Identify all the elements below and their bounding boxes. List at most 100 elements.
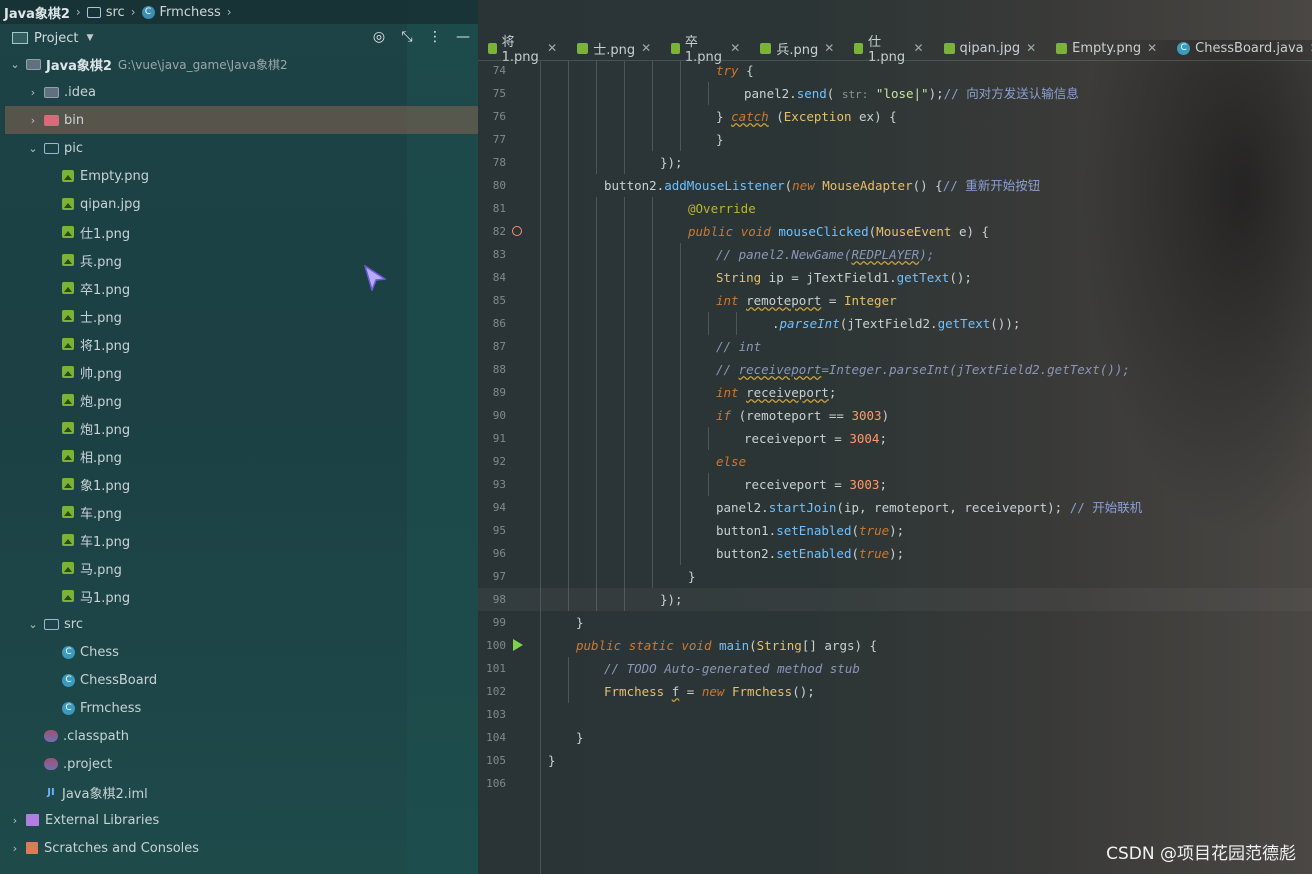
code-line[interactable]: 77} bbox=[478, 128, 1312, 151]
tree-item[interactable]: › Scratches and Consoles bbox=[0, 834, 478, 862]
code-line[interactable]: 92 else bbox=[478, 450, 1312, 473]
tree-item[interactable]: ⌄ Java象棋2 G:\vue\java_game\Java象棋2 bbox=[0, 50, 478, 78]
locate-icon[interactable]: ◎ bbox=[372, 29, 386, 45]
tree-item[interactable]: 象1.png bbox=[0, 470, 478, 498]
line-number: 105 bbox=[486, 754, 506, 767]
code-line[interactable]: 104} bbox=[478, 726, 1312, 749]
chevron-right-icon[interactable]: › bbox=[8, 842, 22, 855]
breadcrumb-src[interactable]: src bbox=[83, 5, 129, 20]
indent-guide bbox=[568, 312, 569, 335]
tree-item[interactable]: 马.png bbox=[0, 554, 478, 582]
tree-item[interactable]: 帅.png bbox=[0, 358, 478, 386]
code-line[interactable]: 99} bbox=[478, 611, 1312, 634]
code-line[interactable]: 95 button1.setEnabled(true); bbox=[478, 519, 1312, 542]
code-line[interactable]: 76} catch (Exception ex) { bbox=[478, 105, 1312, 128]
chevron-right-icon[interactable]: › bbox=[26, 86, 40, 99]
code-line[interactable]: 97} bbox=[478, 565, 1312, 588]
code-line[interactable]: 94 panel2.startJoin(ip, remoteport, recei… bbox=[478, 496, 1312, 519]
code-line[interactable]: 91 receiveport = 3004; bbox=[478, 427, 1312, 450]
tree-item[interactable]: 马1.png bbox=[0, 582, 478, 610]
indent-guide bbox=[624, 565, 625, 588]
tree-item[interactable]: C ChessBoard bbox=[0, 666, 478, 694]
code-line[interactable]: 100 public static void main(String[] args… bbox=[478, 634, 1312, 657]
tree-item[interactable]: JI Java象棋2.iml bbox=[0, 778, 478, 806]
code-line[interactable]: 102 Frmchess f = new Frmchess(); bbox=[478, 680, 1312, 703]
code-line[interactable]: 80 button2.addMouseListener(new MouseAdap… bbox=[478, 174, 1312, 197]
indent-guide bbox=[680, 243, 681, 266]
close-icon[interactable]: ✕ bbox=[641, 41, 651, 55]
chevron-right-icon[interactable]: › bbox=[26, 114, 40, 127]
tree-item[interactable]: qipan.jpg bbox=[0, 190, 478, 218]
tree-item[interactable]: C Frmchess bbox=[0, 694, 478, 722]
code-line[interactable]: 74 try { bbox=[478, 61, 1312, 82]
editor-tab[interactable]: Empty.png ✕ bbox=[1046, 36, 1167, 60]
more-options-icon[interactable]: ⋮ bbox=[428, 29, 442, 45]
tree-item[interactable]: 炮.png bbox=[0, 386, 478, 414]
editor-tab[interactable]: CChessBoard.java✕ bbox=[1167, 36, 1312, 60]
tree-item-label: 炮1.png bbox=[80, 422, 131, 438]
chevron-down-icon[interactable]: ⌄ bbox=[26, 618, 40, 631]
override-marker-icon[interactable] bbox=[512, 226, 522, 236]
tree-item[interactable]: ⌄ src bbox=[0, 610, 478, 638]
collapse-all-icon[interactable]: ⤡ bbox=[400, 29, 414, 45]
code-line[interactable]: 81 @Override bbox=[478, 197, 1312, 220]
code-line[interactable]: 101 // TODO Auto-generated method stub bbox=[478, 657, 1312, 680]
tree-item[interactable]: ⌄ pic bbox=[0, 134, 478, 162]
tree-item[interactable]: 相.png bbox=[0, 442, 478, 470]
code-line[interactable]: 75 panel2.send( str: "lose|");// 向对方发送认输信… bbox=[478, 82, 1312, 105]
code-editor[interactable]: 74 try {75 panel2.send( str: "lose|");// 向… bbox=[478, 61, 1312, 874]
tree-item[interactable]: 士.png bbox=[0, 302, 478, 330]
close-icon[interactable]: ✕ bbox=[1026, 41, 1036, 55]
code-line[interactable]: 87 // int bbox=[478, 335, 1312, 358]
chevron-down-icon[interactable]: ⌄ bbox=[26, 142, 40, 155]
tree-item[interactable]: 车1.png bbox=[0, 526, 478, 554]
tree-item[interactable]: › External Libraries bbox=[0, 806, 478, 834]
close-icon[interactable]: ✕ bbox=[824, 41, 834, 55]
code-line[interactable]: 103 bbox=[478, 703, 1312, 726]
minimize-icon[interactable]: — bbox=[456, 29, 470, 45]
code-line[interactable]: 90 if (remoteport == 3003) bbox=[478, 404, 1312, 427]
breadcrumb-class[interactable]: C Frmchess bbox=[138, 5, 225, 20]
code-line[interactable]: 96 button2.setEnabled(true); bbox=[478, 542, 1312, 565]
tree-item[interactable]: 炮1.png bbox=[0, 414, 478, 442]
editor-tab[interactable]: 士.png ✕ bbox=[567, 36, 661, 60]
tree-item[interactable]: Empty.png bbox=[0, 162, 478, 190]
tree-item[interactable]: C Chess bbox=[0, 638, 478, 666]
code-line[interactable]: 84 String ip = jTextField1.getText(); bbox=[478, 266, 1312, 289]
tree-item[interactable]: 将1.png bbox=[0, 330, 478, 358]
tree-item[interactable]: 兵.png bbox=[0, 246, 478, 274]
code-line[interactable]: 106 bbox=[478, 772, 1312, 795]
editor-tab[interactable]: qipan.jpg ✕ bbox=[934, 36, 1047, 60]
chevron-down-icon[interactable]: ⌄ bbox=[8, 58, 22, 71]
editor-tab[interactable]: 仕1.png ✕ bbox=[844, 35, 933, 65]
editor-tab[interactable]: 卒1.png ✕ bbox=[661, 35, 750, 65]
close-icon[interactable]: ✕ bbox=[730, 41, 740, 55]
close-icon[interactable]: ✕ bbox=[1147, 41, 1157, 55]
image-file-icon bbox=[62, 282, 74, 294]
tree-item[interactable]: 仕1.png bbox=[0, 218, 478, 246]
code-line[interactable]: 105} bbox=[478, 749, 1312, 772]
tree-item[interactable]: .project bbox=[0, 750, 478, 778]
close-icon[interactable]: ✕ bbox=[913, 41, 923, 55]
code-line[interactable]: 88 // receiveport=Integer.parseInt(jTextF… bbox=[478, 358, 1312, 381]
project-view-selector[interactable]: Project ▼ bbox=[0, 31, 93, 46]
code-line[interactable]: 85 int remoteport = Integer bbox=[478, 289, 1312, 312]
tree-item[interactable]: › bin bbox=[5, 106, 478, 134]
code-line[interactable]: 89 int receiveport; bbox=[478, 381, 1312, 404]
code-line[interactable]: 83 // panel2.NewGame(REDPLAYER); bbox=[478, 243, 1312, 266]
code-line[interactable]: 82 public void mouseClicked(MouseEvent e)… bbox=[478, 220, 1312, 243]
run-icon[interactable] bbox=[513, 639, 523, 651]
tree-item[interactable]: .classpath bbox=[0, 722, 478, 750]
code-line[interactable]: 98}); bbox=[478, 588, 1312, 611]
editor-tab[interactable]: 兵.png ✕ bbox=[750, 36, 844, 60]
chevron-right-icon[interactable]: › bbox=[8, 814, 22, 827]
tree-item[interactable]: › .idea bbox=[0, 78, 478, 106]
code-line[interactable]: 86 .parseInt(jTextField2.getText()); bbox=[478, 312, 1312, 335]
close-icon[interactable]: ✕ bbox=[547, 41, 557, 55]
code-line[interactable]: 93 receiveport = 3003; bbox=[478, 473, 1312, 496]
tree-item[interactable]: 卒1.png bbox=[0, 274, 478, 302]
editor-tab[interactable]: 将1.png ✕ bbox=[478, 35, 567, 65]
breadcrumb-project[interactable]: Java象棋2 bbox=[0, 3, 74, 22]
tree-item[interactable]: 车.png bbox=[0, 498, 478, 526]
code-line[interactable]: 78}); bbox=[478, 151, 1312, 174]
